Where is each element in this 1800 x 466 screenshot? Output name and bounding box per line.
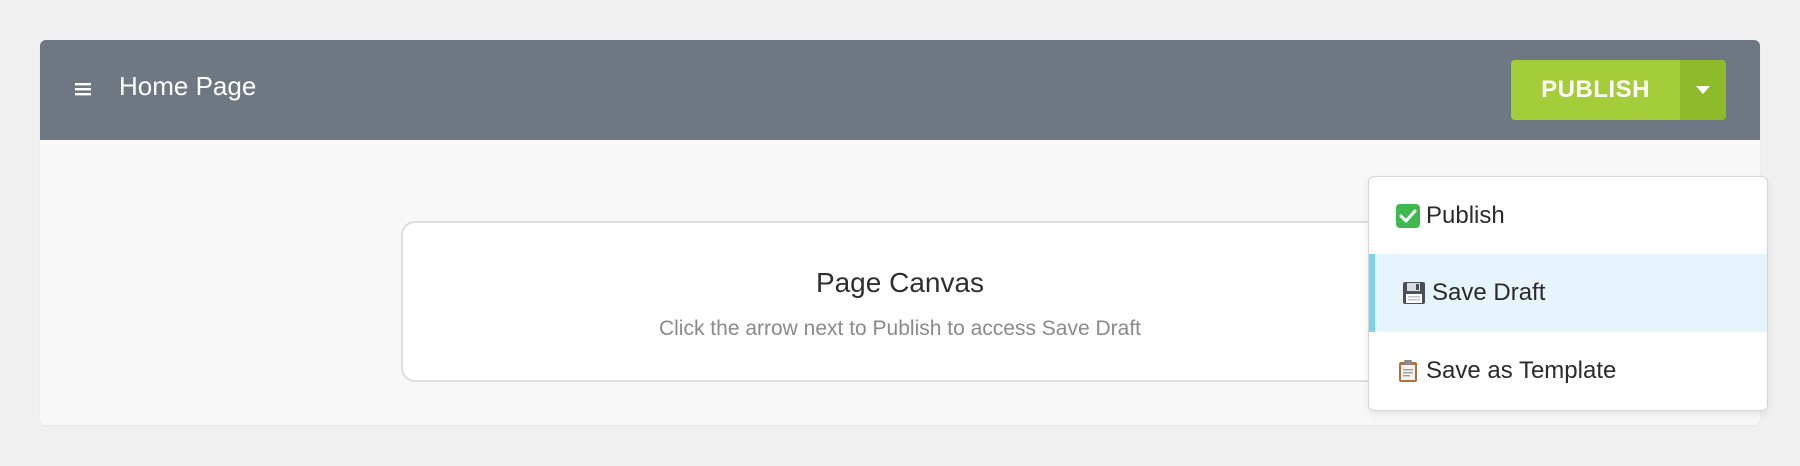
canvas-hint: Click the arrow next to Publish to acces…: [658, 317, 1142, 340]
hamburger-menu-icon[interactable]: [70, 74, 96, 104]
publish-button[interactable]: PUBLISH: [1511, 60, 1680, 120]
app-window: Home Page PUBLISH Page Canvas Click the …: [40, 40, 1768, 425]
top-bar: Home Page PUBLISH: [40, 40, 1760, 140]
clipboard-icon: [1396, 359, 1420, 383]
publish-dropdown-menu: Publish Save Draft Save as Template: [1368, 176, 1768, 411]
page-title: Home Page: [119, 71, 257, 101]
menu-item-save-as-template[interactable]: Save as Template: [1369, 332, 1767, 410]
menu-item-save-draft[interactable]: Save Draft: [1369, 254, 1767, 332]
page-canvas: Page Canvas Click the arrow next to Publ…: [401, 221, 1399, 382]
canvas-title: Page Canvas: [815, 267, 985, 298]
check-mark-icon: [1396, 203, 1420, 228]
floppy-disk-icon: [1402, 281, 1426, 305]
caret-down-icon: [1696, 81, 1710, 99]
publish-dropdown-toggle[interactable]: [1680, 60, 1726, 120]
publish-split-button: PUBLISH: [1511, 60, 1726, 120]
menu-item-label: Save Draft: [1432, 279, 1546, 306]
menu-item-publish[interactable]: Publish: [1369, 177, 1767, 254]
menu-item-label: Save as Template: [1426, 357, 1617, 384]
menu-item-label: Publish: [1426, 201, 1505, 229]
